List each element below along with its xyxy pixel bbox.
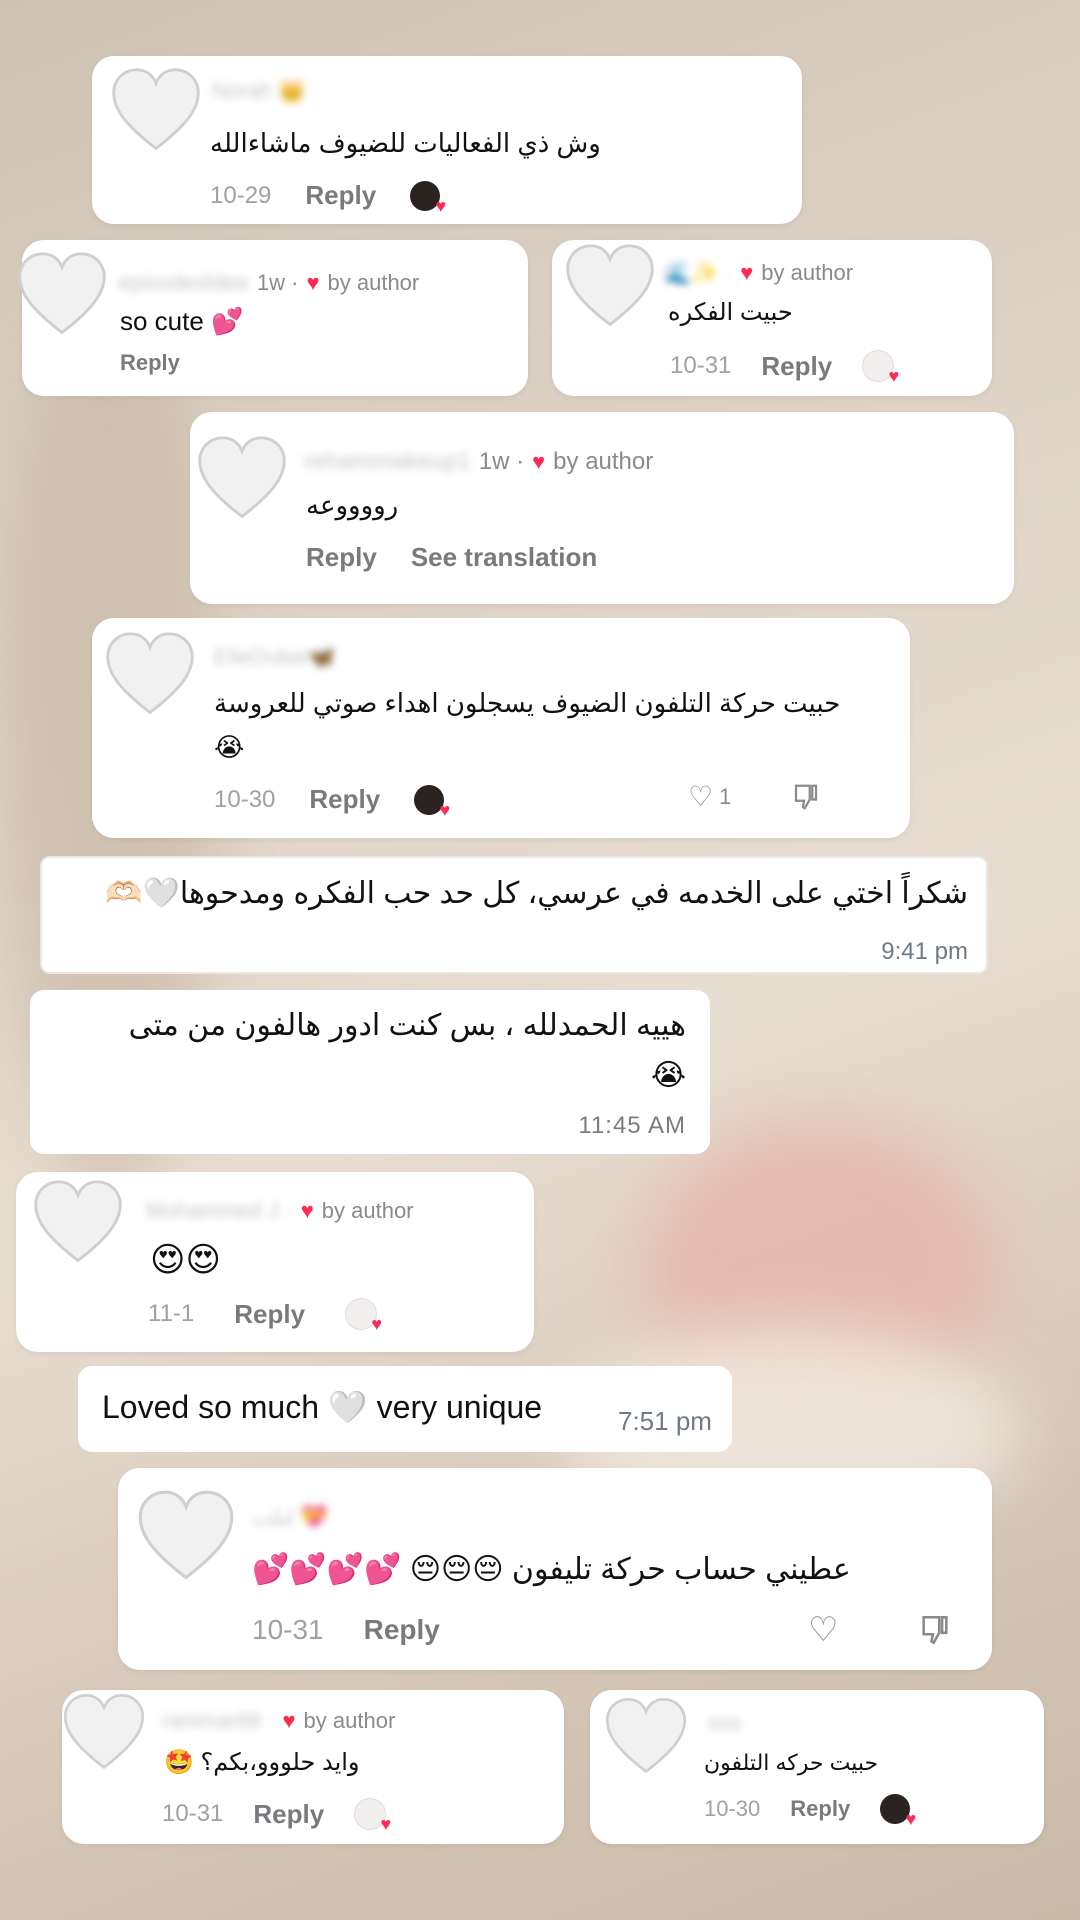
reply-button[interactable]: Reply: [120, 350, 180, 376]
heart-avatar-icon[interactable]: [30, 1176, 126, 1272]
comment-date: 10-31: [670, 352, 732, 379]
comment-text: رووووعه: [306, 490, 399, 520]
comment-text: حبيت حركة التلفون الضيوف يسجلون اهداء صو…: [214, 688, 841, 718]
message-bubble-thanks: شكراً اختي على الخدمه في عرسي، كل حد حب …: [40, 856, 988, 974]
creator-liked-avatar-icon: ♥: [345, 1298, 382, 1334]
comment-card-rawaa: rehammakeup1 1w · ♥ by author رووووعه Re…: [190, 412, 1014, 604]
comment-username[interactable]: Norah 👑: [212, 78, 305, 104]
message-bubble-alhamdulillah: هييه الحمدلله ، بس كنت ادور هالفون من مت…: [30, 990, 710, 1154]
comment-date: 10-30: [704, 1796, 761, 1821]
author-heart-icon: ♥: [532, 449, 546, 474]
heart-avatar-icon[interactable]: [102, 628, 198, 724]
comment-date: 10-31: [252, 1614, 324, 1645]
comment-card-ranim: ranimar88 · ♥ by author وايد حلووو،بكم؟ …: [62, 1690, 564, 1844]
comment-date: 10-30: [214, 785, 276, 813]
comment-text: وايد حلووو،بكم؟ 🤩: [164, 1749, 360, 1776]
comment-username[interactable]: sss: [708, 1710, 741, 1736]
reply-button[interactable]: Reply: [790, 1796, 850, 1822]
like-count: 1: [719, 783, 732, 809]
message-text: Loved so much 🤍 very unique: [102, 1389, 543, 1425]
comment-username[interactable]: ElleDubai🦋: [214, 644, 336, 670]
comment-text: حبيت الفكره: [668, 299, 793, 326]
comment-card-habait: 🌊✨ · ♥ by author حبيت الفكره 10-31 Reply…: [552, 240, 992, 396]
message-emoji: 😭: [650, 1059, 686, 1092]
comment-username[interactable]: rehammakeup1: [304, 448, 471, 476]
comment-emoji: 😭: [214, 732, 245, 762]
reply-button[interactable]: Reply: [364, 1614, 440, 1646]
comment-text: so cute 💕: [120, 306, 244, 336]
heart-avatar-icon[interactable]: [562, 240, 658, 336]
by-author-label: by author: [321, 1198, 414, 1223]
comment-card-labib: لبلب 💝 عطيني حساب حركة تليفون 😔😔😔 💕💕💕💕 1…: [118, 1468, 992, 1670]
author-heart-icon: ♥: [306, 270, 320, 295]
reply-button[interactable]: Reply: [306, 542, 377, 573]
author-heart-icon: ♥: [300, 1198, 314, 1223]
comment-username[interactable]: Mohammed J ·: [146, 1198, 293, 1224]
author-heart-icon: ♥: [740, 260, 754, 285]
reply-button[interactable]: Reply: [305, 180, 376, 211]
comment-text: عطيني حساب حركة تليفون 😔😔😔 💕💕💕💕: [252, 1553, 851, 1586]
comment-time: 1w ·: [256, 270, 299, 295]
comment-card-norah: Norah 👑 وش ذي الفعاليات للضيوف ماشاءالله…: [92, 56, 802, 224]
reply-button[interactable]: Reply: [253, 1799, 324, 1830]
comment-time: 1w ·: [478, 448, 525, 475]
message-bubble-loved: Loved so much 🤍 very unique 7:51 pm: [78, 1366, 732, 1452]
by-author-label: by author: [327, 270, 420, 295]
author-heart-icon: ♥: [282, 1708, 296, 1733]
comment-username[interactable]: ranimar88 ·: [162, 1708, 274, 1734]
see-translation-button[interactable]: See translation: [411, 542, 597, 573]
message-time: 11:45 AM: [578, 1112, 686, 1139]
comment-card-so-cute: episodesfdee 1w · ♥ by author so cute 💕 …: [18, 240, 528, 396]
heart-avatar-icon[interactable]: [194, 432, 290, 528]
reply-button[interactable]: Reply: [234, 1299, 305, 1330]
message-text: شكراً اختي على الخدمه في عرسي، كل حد حب …: [105, 877, 968, 910]
comment-card-elle: ElleDubai🦋 حبيت حركة التلفون الضيوف يسجل…: [92, 618, 910, 838]
comment-username[interactable]: episodesfdee: [118, 270, 249, 296]
comment-date: 11-1: [148, 1300, 195, 1327]
reply-button[interactable]: Reply: [761, 351, 832, 382]
heart-avatar-icon[interactable]: [14, 248, 110, 344]
by-author-label: by author: [761, 260, 854, 285]
message-time: 7:51 pm: [618, 1406, 712, 1436]
message-time: 9:41 pm: [881, 938, 968, 965]
creator-liked-avatar-icon: ♥: [410, 180, 446, 216]
like-button[interactable]: ♡ 1: [688, 780, 731, 813]
by-author-label: by author: [303, 1708, 396, 1733]
heart-outline-icon: ♡: [688, 781, 714, 812]
message-text: هييه الحمدلله ، بس كنت ادور هالفون من مت…: [128, 1009, 686, 1042]
creator-liked-avatar-icon: ♥: [862, 350, 899, 386]
creator-liked-avatar-icon: ♥: [880, 1794, 916, 1829]
creator-liked-avatar-icon: ♥: [414, 784, 450, 820]
comment-date: 10-31: [162, 1800, 224, 1827]
comment-username[interactable]: 🌊✨ ·: [664, 260, 732, 286]
dislike-icon[interactable]: [791, 782, 821, 812]
heart-avatar-icon[interactable]: [60, 1690, 148, 1778]
creator-liked-avatar-icon: ♥: [354, 1798, 391, 1834]
comment-text: 😍😍: [150, 1241, 221, 1279]
comment-card-mohammed: Mohammed J · ♥ by author 😍😍 11-1 Reply ♥: [16, 1172, 534, 1352]
comment-text: وش ذي الفعاليات للضيوف ماشاءالله: [210, 128, 601, 158]
heart-avatar-icon[interactable]: [602, 1694, 690, 1782]
comment-date: 10-29: [210, 181, 272, 209]
reply-button[interactable]: Reply: [309, 784, 380, 815]
dislike-icon[interactable]: [918, 1613, 952, 1647]
comment-text: حبيت حركه التلفون: [704, 1750, 879, 1775]
comment-username[interactable]: لبلب 💝: [252, 1504, 328, 1530]
heart-avatar-icon[interactable]: [134, 1486, 238, 1590]
by-author-label: by author: [553, 448, 654, 475]
heart-avatar-icon[interactable]: [108, 64, 204, 160]
heart-outline-icon[interactable]: ♡: [808, 1610, 838, 1650]
comment-card-sss: sss حبيت حركه التلفون 10-30 Reply ♥: [590, 1690, 1044, 1844]
